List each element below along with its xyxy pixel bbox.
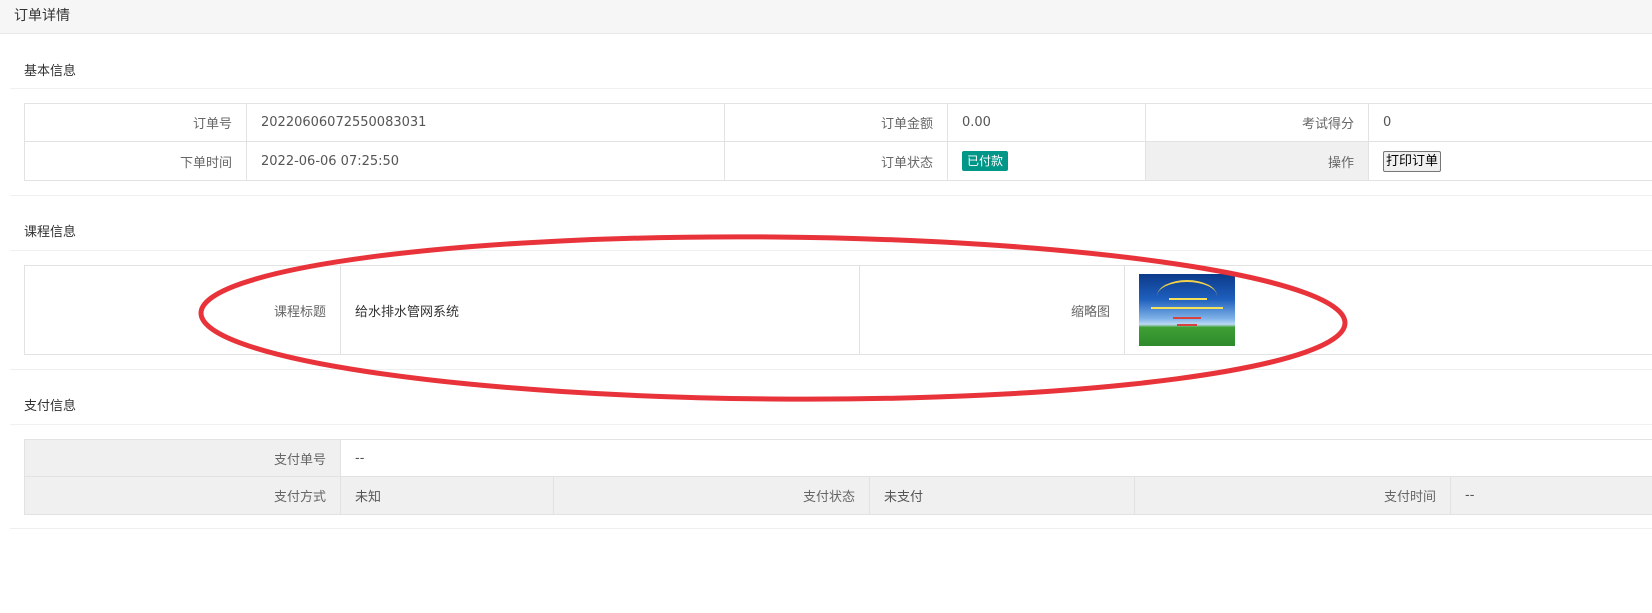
course-title-label: 课程标题 [24,265,341,355]
thumbnail-line-1 [1169,298,1207,300]
pay-no-label: 支付单号 [24,439,341,477]
pay-method-value: 未知 [340,476,554,515]
basic-info-panel: 基本信息 订单号 20220606072550083031 订单金额 0.00 … [10,34,1652,196]
pay-detail-row: 支付方式 未知 支付状态 未支付 支付时间 -- [24,476,1652,515]
order-time-value: 2022-06-06 07:25:50 [246,141,725,181]
pay-status-value: 未支付 [869,476,1135,515]
action-cell: 打印订单 [1368,141,1652,181]
course-title-value: 给水排水管网系统 [340,265,860,355]
course-thumbnail-image [1139,274,1235,346]
pay-status-label: 支付状态 [553,476,870,515]
order-amount-label: 订单金额 [724,103,948,142]
exam-score-label: 考试得分 [1145,103,1369,142]
page-header: 订单详情 [0,0,1652,34]
order-status-cell: 已付款 [947,141,1146,181]
thumbnail-line-4 [1177,324,1197,326]
order-no-value: 20220606072550083031 [246,103,725,142]
action-label: 操作 [1145,141,1369,181]
payment-info-table: 支付单号 -- 支付方式 未知 支付状态 未支付 支付时间 -- [24,439,1652,515]
pay-no-value: -- [339,439,1652,477]
basic-info-table: 订单号 20220606072550083031 订单金额 0.00 考试得分 … [24,103,1652,181]
basic-info-row-1: 订单号 20220606072550083031 订单金额 0.00 考试得分 … [24,103,1652,142]
course-info-table: 课程标题 给水排水管网系统 缩略图 [24,265,1652,355]
thumbnail-label: 缩略图 [859,265,1125,355]
basic-info-row-2: 下单时间 2022-06-06 07:25:50 订单状态 已付款 操作 打印订… [24,141,1652,181]
thumbnail-cell [1124,265,1652,355]
order-status-badge: 已付款 [962,151,1009,171]
thumbnail-line-3 [1173,317,1201,319]
course-info-row: 课程标题 给水排水管网系统 缩略图 [24,265,1652,355]
order-no-label: 订单号 [24,103,247,142]
exam-score-value: 0 [1368,103,1652,142]
payment-info-panel: 支付信息 支付单号 -- 支付方式 未知 支付状态 未支付 支付时间 -- [10,370,1652,529]
course-info-title-rule [10,250,1652,251]
basic-info-title: 基本信息 [24,64,77,79]
pay-method-label: 支付方式 [24,476,341,515]
order-time-label: 下单时间 [24,141,247,181]
pay-time-label: 支付时间 [1134,476,1451,515]
page-title: 订单详情 [14,8,70,24]
payment-info-title: 支付信息 [24,399,77,414]
order-amount-value: 0.00 [947,103,1146,142]
basic-info-title-rule [10,88,1652,89]
thumbnail-line-2 [1151,307,1223,309]
payment-info-title-rule [10,424,1652,425]
pay-time-value: -- [1449,476,1652,515]
course-info-panel: 课程信息 课程标题 给水排水管网系统 缩略图 [10,196,1652,370]
print-order-button[interactable]: 打印订单 [1383,150,1442,172]
pay-no-row: 支付单号 -- [24,439,1652,477]
course-info-title: 课程信息 [24,225,77,240]
order-status-label: 订单状态 [724,141,948,181]
